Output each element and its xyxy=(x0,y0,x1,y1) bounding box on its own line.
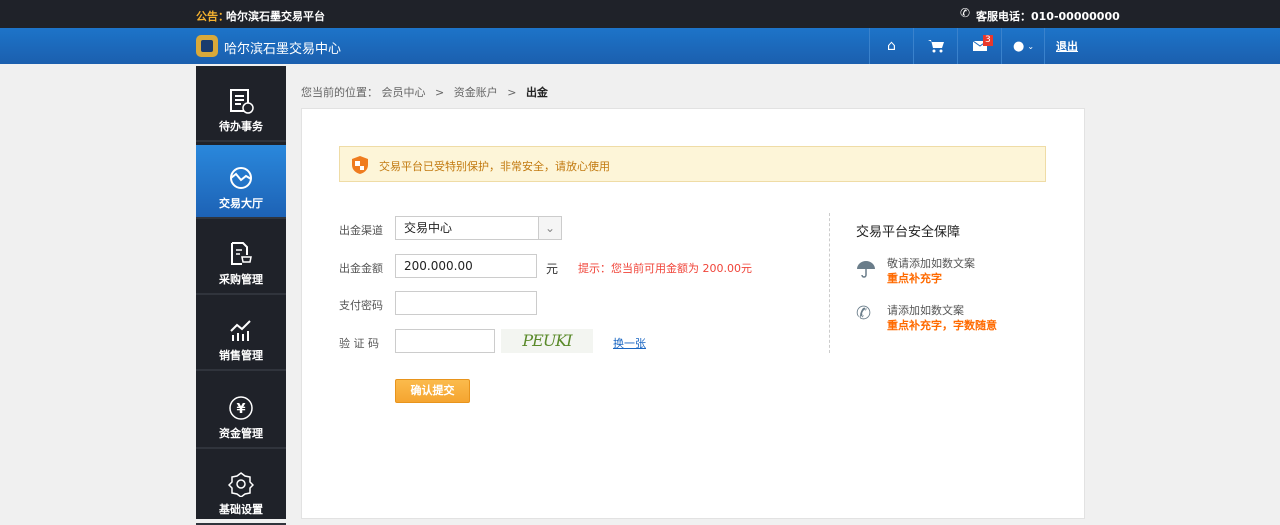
security-item-text: 敬请添加如数文案 xyxy=(887,257,975,270)
channel-label: 出金渠道 xyxy=(339,224,383,237)
alert-text: 交易平台已受特别保护，非常安全，请放心使用 xyxy=(379,160,610,173)
chevron-down-icon: ⌄ xyxy=(538,217,561,239)
nav-bar: 哈尔滨石墨交易中心 ⌂ 3 ● ⌄ 退出 xyxy=(0,28,1280,64)
sidebar-item-sales[interactable]: 销售管理 xyxy=(196,297,286,371)
purchase-icon xyxy=(231,242,252,265)
sidebar-item-label: 基础设置 xyxy=(219,503,263,516)
refresh-captcha-link[interactable]: 换一张 xyxy=(613,335,646,351)
content-panel: 交易平台已受特别保护，非常安全，请放心使用 出金渠道 交易中心 ⌄ 出金金额 20… xyxy=(301,108,1085,519)
service-phone: 客服电话：010-00000000 xyxy=(976,10,1120,23)
todo-icon xyxy=(230,89,254,114)
amount-label: 出金金额 xyxy=(339,262,383,275)
top-bar: 公告： 哈尔滨石墨交易平台 ✆ 客服电话：010-00000000 xyxy=(0,0,1280,28)
user-menu-button[interactable]: ● ⌄ xyxy=(1001,28,1045,64)
sidebar-item-label: 销售管理 xyxy=(219,349,263,362)
breadcrumb-current: 出金 xyxy=(525,86,548,99)
svg-text:¥: ¥ xyxy=(236,402,245,417)
breadcrumb-prefix: 您当前的位置： xyxy=(301,86,378,99)
breadcrumb-sep: > xyxy=(435,86,445,99)
mail-badge: 3 xyxy=(983,35,993,46)
submit-button[interactable]: 确认提交 xyxy=(395,379,470,403)
yen-icon: ¥ xyxy=(229,396,253,420)
breadcrumb: 您当前的位置： 会员中心 > 资金账户 > 出金 xyxy=(301,84,548,100)
home-button[interactable]: ⌂ xyxy=(869,28,913,64)
sidebar-item-trading-hall[interactable]: 交易大厅 xyxy=(196,145,286,219)
amount-input[interactable]: 200.000.00 xyxy=(395,254,537,278)
divider xyxy=(829,213,830,353)
home-icon: ⌂ xyxy=(887,38,896,54)
password-label: 支付密码 xyxy=(339,299,383,312)
sidebar-item-funds[interactable]: ¥ 资金管理 xyxy=(196,375,286,449)
site-title: 哈尔滨石墨交易中心 xyxy=(224,42,342,57)
breadcrumb-member-center[interactable]: 会员中心 xyxy=(382,86,426,99)
notice-text: 哈尔滨石墨交易平台 xyxy=(226,10,325,23)
sidebar-item-label: 资金管理 xyxy=(219,427,263,440)
security-item-highlight: 重点补充字 xyxy=(887,272,942,285)
gear-icon xyxy=(228,472,254,497)
unit-label: 元 xyxy=(546,262,559,276)
phone-icon: ✆ xyxy=(856,303,872,324)
chart-icon xyxy=(230,320,251,341)
channel-value: 交易中心 xyxy=(404,221,453,235)
security-item-text: 请添加如数文案 xyxy=(887,304,964,317)
user-icon: ● xyxy=(1012,38,1025,54)
chevron-down-icon: ⌄ xyxy=(1027,41,1035,51)
notice-label: 公告： xyxy=(196,10,229,23)
security-title: 交易平台安全保障 xyxy=(856,225,961,240)
logout-link[interactable]: 退出 xyxy=(1056,38,1078,54)
cart-button[interactable] xyxy=(913,28,957,64)
captcha-label: 验 证 码 xyxy=(339,337,379,350)
logo-icon xyxy=(196,35,218,57)
captcha-image[interactable]: PEUKI xyxy=(501,329,593,353)
phone-icon: ✆ xyxy=(960,6,971,20)
breadcrumb-sep: > xyxy=(507,86,517,99)
channel-select[interactable]: 交易中心 ⌄ xyxy=(395,216,562,240)
sidebar-item-settings[interactable]: 基础设置 xyxy=(196,451,286,525)
sidebar-item-label: 交易大厅 xyxy=(219,197,263,210)
amount-value: 200.000.00 xyxy=(404,259,473,273)
sidebar: 待办事务 交易大厅 采购管理 销售管理 ¥ 资金管理 基础设置 xyxy=(196,66,286,525)
sidebar-item-label: 采购管理 xyxy=(219,273,263,286)
exchange-icon xyxy=(230,167,252,189)
sidebar-item-label: 待办事务 xyxy=(219,120,263,133)
sidebar-item-todo[interactable]: 待办事务 xyxy=(196,68,286,142)
password-input[interactable] xyxy=(395,291,537,315)
available-amount-hint: 提示：您当前可用金额为 200.00元 xyxy=(578,262,752,275)
cart-icon xyxy=(927,40,944,53)
security-alert: 交易平台已受特别保护，非常安全，请放心使用 xyxy=(339,146,1046,182)
security-item-highlight: 重点补充字，字数随意 xyxy=(887,319,997,332)
mail-button[interactable]: 3 xyxy=(957,28,1001,64)
breadcrumb-fund-account[interactable]: 资金账户 xyxy=(454,86,498,99)
sidebar-item-purchase[interactable]: 采购管理 xyxy=(196,221,286,295)
captcha-input[interactable] xyxy=(395,329,495,353)
umbrella-icon xyxy=(857,261,875,278)
shield-icon xyxy=(352,156,368,174)
